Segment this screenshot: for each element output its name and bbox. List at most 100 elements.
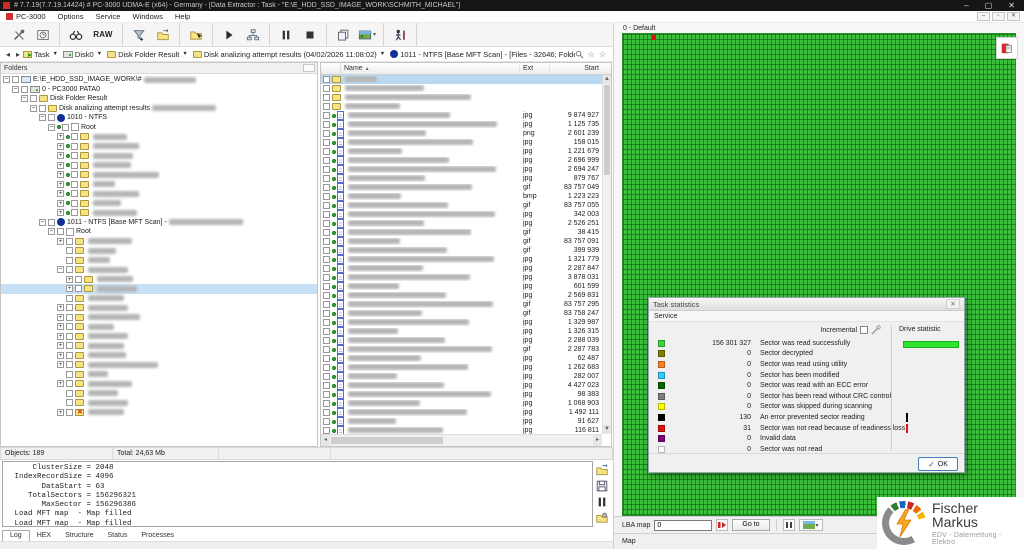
row-checkbox[interactable] — [323, 229, 330, 236]
favorite-star-icon[interactable]: ☆ — [588, 50, 595, 59]
file-list-row[interactable]: jpg2 287 847 — [321, 264, 602, 273]
tree-expander[interactable]: + — [57, 152, 64, 159]
row-checkbox[interactable] — [323, 373, 330, 380]
tree-expander[interactable]: − — [39, 219, 46, 226]
breadcrumb-item-2[interactable]: Disk Folder Result▼ — [107, 50, 188, 59]
tab-status[interactable]: Status — [101, 531, 135, 541]
tree-row-22[interactable]: + — [1, 284, 317, 294]
incremental-checkbox[interactable] — [860, 326, 868, 334]
tree-row-7[interactable]: + — [1, 142, 317, 152]
tree-checkbox[interactable] — [66, 295, 73, 302]
tree-row-17[interactable]: + — [1, 237, 317, 247]
tree-checkbox[interactable] — [71, 143, 78, 150]
tab-processes[interactable]: Processes — [134, 531, 181, 541]
row-checkbox[interactable] — [323, 175, 330, 182]
map-tool-button[interactable] — [996, 37, 1018, 59]
file-list-folder-row[interactable] — [321, 75, 602, 84]
column-ext[interactable]: Ext — [520, 65, 550, 72]
tree-expander[interactable]: + — [57, 323, 64, 330]
file-list-row[interactable]: jpg62 487 — [321, 354, 602, 363]
tree-expander[interactable]: + — [66, 276, 73, 283]
toolbar-filter-button[interactable] — [127, 25, 151, 45]
tree-row-9[interactable]: + — [1, 161, 317, 171]
horizontal-scrollbar[interactable]: ◂ ▸ — [321, 434, 602, 446]
tree-expander[interactable]: + — [57, 380, 64, 387]
tree-expander[interactable]: + — [57, 200, 64, 207]
toolbar-copy-button[interactable] — [331, 25, 355, 45]
tree-row-35[interactable]: + — [1, 408, 317, 418]
file-list-row[interactable]: jpg158 015 — [321, 138, 602, 147]
tree-checkbox[interactable] — [66, 304, 73, 311]
tree-expander[interactable]: + — [57, 314, 64, 321]
breadcrumb-item-1[interactable]: Disk0▼ — [63, 50, 102, 59]
goto-button[interactable]: Go to — [732, 519, 769, 531]
tree-row-21[interactable]: + — [1, 275, 317, 285]
tree-expander[interactable]: + — [57, 162, 64, 169]
file-list-row[interactable]: jpg1 221 679 — [321, 147, 602, 156]
tree-checkbox[interactable] — [48, 114, 55, 121]
tree-checkbox[interactable] — [66, 380, 73, 387]
log-save-button[interactable] — [594, 478, 610, 493]
file-list-row[interactable]: jpg91 627 — [321, 417, 602, 426]
row-checkbox[interactable] — [323, 274, 330, 281]
tree-checkbox[interactable] — [66, 390, 73, 397]
row-checkbox[interactable] — [323, 310, 330, 317]
toolbar-scheduler-button[interactable] — [31, 25, 55, 45]
tree-row-25[interactable]: + — [1, 313, 317, 323]
row-checkbox[interactable] — [323, 202, 330, 209]
row-checkbox[interactable] — [323, 382, 330, 389]
tree-checkbox[interactable] — [39, 105, 46, 112]
file-list-row[interactable]: jpg98 383 — [321, 390, 602, 399]
mdi-close-button[interactable]: ✕ — [1007, 12, 1020, 21]
tree-expander[interactable]: + — [57, 304, 64, 311]
row-checkbox[interactable] — [323, 337, 330, 344]
file-list-row[interactable]: jpg1 262 683 — [321, 363, 602, 372]
tree-checkbox[interactable] — [71, 200, 78, 207]
map-view-dropdown[interactable]: ▾ — [799, 519, 823, 531]
tab-log[interactable]: Log — [2, 530, 30, 541]
column-name[interactable]: Name ▲ — [341, 65, 520, 72]
row-checkbox[interactable] — [323, 211, 330, 218]
row-checkbox[interactable] — [323, 355, 330, 362]
file-list-row[interactable]: jpg2 526 251 — [321, 219, 602, 228]
row-checkbox[interactable] — [323, 121, 330, 128]
minimize-button[interactable]: – — [964, 1, 968, 11]
file-list-row[interactable]: jpg879 767 — [321, 174, 602, 183]
map-pause-button[interactable] — [783, 519, 795, 531]
toolbar-raw-button[interactable]: RAW — [88, 25, 118, 45]
row-checkbox[interactable] — [323, 130, 330, 137]
file-list-folder-row[interactable] — [321, 84, 602, 93]
tree-expander[interactable]: + — [57, 143, 64, 150]
tree-expander[interactable]: + — [57, 209, 64, 216]
row-checkbox[interactable] — [323, 346, 330, 353]
row-checkbox[interactable] — [323, 148, 330, 155]
file-list-row[interactable]: jpg1 321 779 — [321, 255, 602, 264]
toolbar-run-button[interactable] — [217, 25, 241, 45]
tree-row-3[interactable]: −Disk analizing attempt results — [1, 104, 317, 114]
tree-row-6[interactable]: + — [1, 132, 317, 142]
favorite-star2-icon[interactable]: ☆ — [599, 50, 606, 59]
lba-input[interactable] — [654, 520, 712, 531]
log-folder-settings-button[interactable] — [594, 510, 610, 525]
tree-checkbox[interactable] — [66, 266, 73, 273]
row-checkbox[interactable] — [323, 184, 330, 191]
log-pause-button[interactable] — [594, 494, 610, 509]
horizontal-scrollbar-thumb[interactable] — [331, 437, 443, 444]
tree-expander[interactable]: − — [48, 124, 55, 131]
scroll-down-icon[interactable]: ▼ — [603, 425, 611, 434]
file-list-row[interactable]: jpg4 427 023 — [321, 381, 602, 390]
file-list-row[interactable]: gif38 415 — [321, 228, 602, 237]
mdi-minimize-button[interactable]: – — [977, 12, 990, 21]
file-list-row[interactable]: gif83 758 247 — [321, 309, 602, 318]
tree-checkbox[interactable] — [57, 228, 64, 235]
tree-expander[interactable]: + — [57, 181, 64, 188]
breadcrumb-item-3[interactable]: Disk analizing attempt results (04/02/20… — [193, 50, 385, 59]
tree-checkbox[interactable] — [62, 124, 69, 131]
vertical-scrollbar[interactable]: ▲ ▼ — [602, 75, 611, 434]
row-checkbox[interactable] — [323, 193, 330, 200]
dialog-menu-service[interactable]: Service — [654, 313, 677, 320]
toolbar-open-button[interactable] — [184, 25, 208, 45]
breadcrumb-item-0[interactable]: Task▼ — [23, 50, 58, 59]
tree-expander[interactable]: + — [57, 409, 64, 416]
menu-windows[interactable]: Windows — [126, 12, 168, 21]
